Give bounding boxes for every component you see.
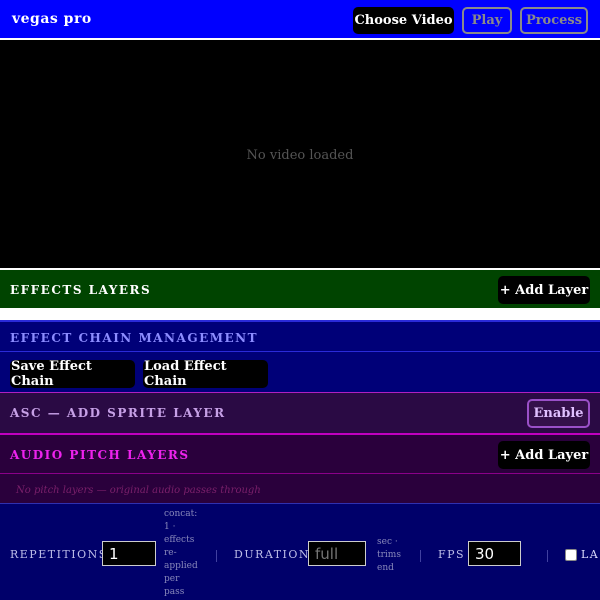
- fps-input[interactable]: [468, 541, 521, 566]
- fps-label: FPS: [438, 548, 466, 561]
- audio-pitch-title: AUDIO PITCH LAYERS: [10, 448, 190, 462]
- add-pitch-layer-button[interactable]: + Add Layer: [498, 441, 590, 469]
- process-button[interactable]: Process: [520, 7, 588, 34]
- asc-enable-button[interactable]: Enable: [527, 399, 590, 428]
- asc-sprite-section: ASC — ADD SPRITE LAYER Enable: [0, 392, 600, 433]
- play-button[interactable]: Play: [462, 7, 512, 34]
- effect-chain-title: EFFECT CHAIN MANAGEMENT: [10, 331, 259, 345]
- separator: [547, 550, 548, 562]
- effect-chain-header: EFFECT CHAIN MANAGEMENT: [0, 322, 600, 352]
- settings-bar: REPETITIONS concat: 1 · effects re- appl…: [0, 503, 600, 600]
- repetitions-hint: concat: 1 · effects re- applied per pass: [164, 509, 198, 597]
- effects-layers-section: EFFECTS LAYERS + Add Layer: [0, 268, 600, 308]
- app-title: vegas pro: [12, 11, 92, 27]
- duration-hint: sec · trims end: [377, 537, 401, 573]
- duration-label: DURATION: [234, 548, 311, 561]
- repetitions-input[interactable]: [102, 541, 156, 566]
- load-effect-chain-button[interactable]: Load Effect Chain: [143, 359, 268, 389]
- divider: [0, 308, 600, 320]
- last-label: LAS: [581, 548, 600, 561]
- choose-video-button[interactable]: Choose Video: [353, 7, 454, 34]
- add-effect-layer-button[interactable]: + Add Layer: [498, 276, 590, 304]
- effects-layers-title: EFFECTS LAYERS: [10, 283, 152, 297]
- separator: [216, 550, 217, 562]
- repetitions-label: REPETITIONS: [10, 548, 108, 561]
- asc-title: ASC — ADD SPRITE LAYER: [10, 406, 226, 420]
- duration-input[interactable]: [308, 541, 366, 566]
- no-video-message: No video loaded: [246, 148, 354, 163]
- save-effect-chain-button[interactable]: Save Effect Chain: [10, 359, 135, 389]
- separator: [420, 550, 421, 562]
- no-pitch-layers-message: No pitch layers — original audio passes …: [16, 485, 261, 496]
- audio-pitch-section: AUDIO PITCH LAYERS + Add Layer No pitch …: [0, 433, 600, 503]
- top-bar: vegas pro Choose Video Play Process: [0, 0, 600, 40]
- audio-pitch-header: AUDIO PITCH LAYERS + Add Layer: [0, 435, 600, 474]
- effect-chain-section: EFFECT CHAIN MANAGEMENT Save Effect Chai…: [0, 320, 600, 392]
- last-checkbox[interactable]: [565, 549, 577, 561]
- video-preview: No video loaded: [0, 42, 600, 268]
